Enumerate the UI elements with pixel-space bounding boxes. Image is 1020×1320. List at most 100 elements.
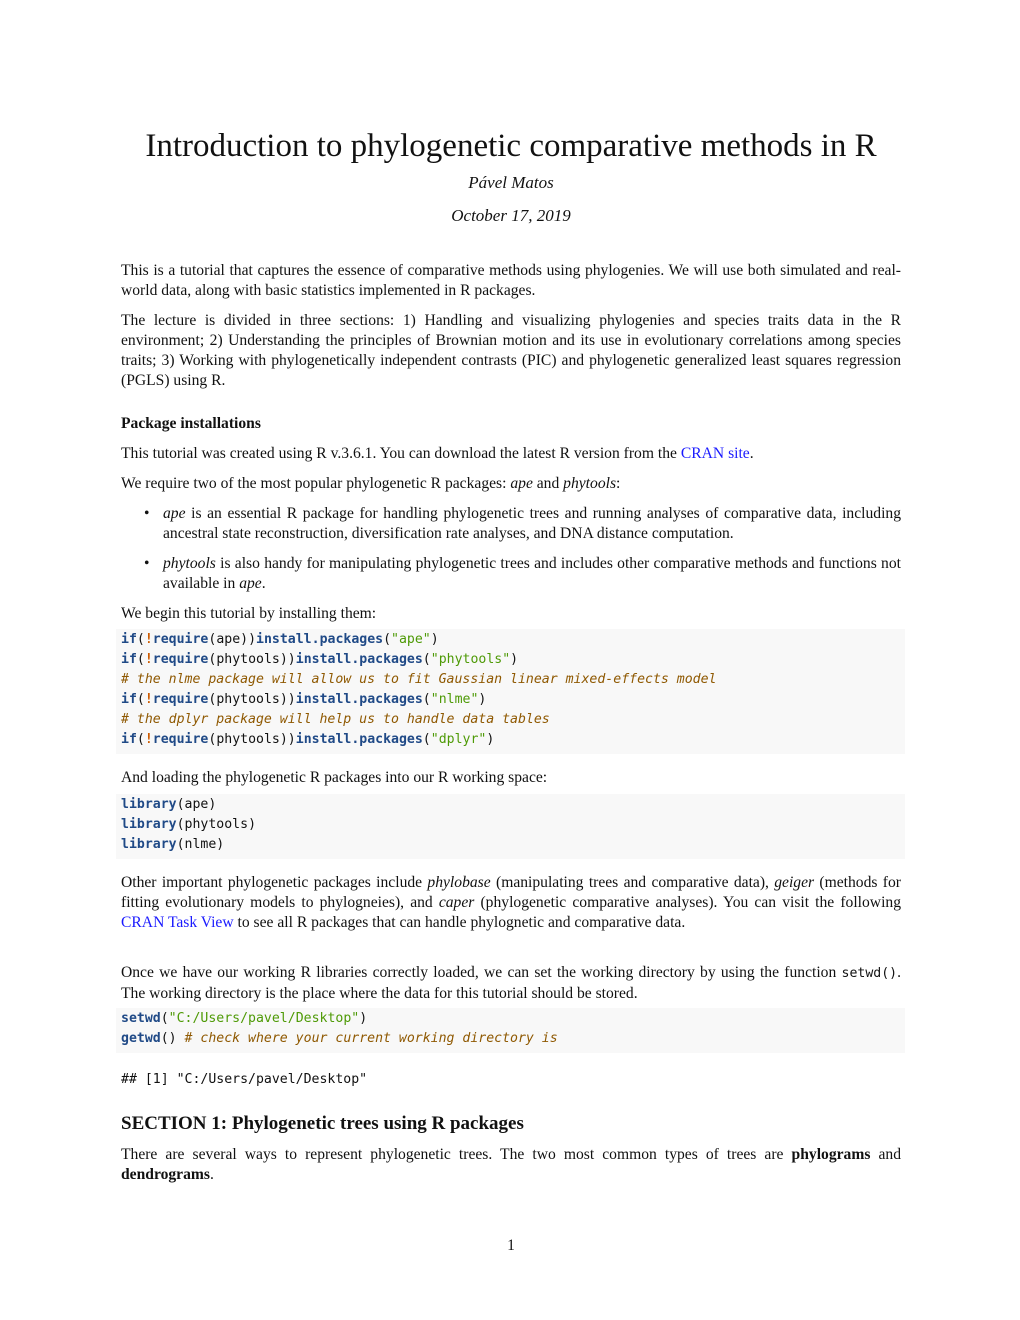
code-argument: phytools	[216, 732, 280, 747]
term-dendrograms: dendrograms	[121, 1166, 210, 1183]
code-keyword: if	[121, 632, 137, 647]
other-packages-text: (phylogenetic comparative analyses). You…	[474, 894, 901, 911]
package-name-caper: caper	[438, 894, 475, 911]
code-operator: !	[144, 732, 153, 747]
code-function: library	[121, 797, 177, 812]
code-line: setwd("C:/Users/pavel/Desktop")	[121, 1011, 368, 1026]
package-name-phytools: phytools	[563, 475, 617, 492]
intro-paragraph-1: This is a tutorial that captures the ess…	[121, 262, 901, 299]
installing-paragraph: We begin this tutorial by installing the…	[121, 605, 377, 622]
code-operator: !	[144, 652, 153, 667]
code-function: getwd	[121, 1031, 161, 1046]
code-function: require	[152, 652, 209, 667]
code-comment: # check where your current working direc…	[184, 1031, 558, 1046]
other-packages-paragraph: Other important phylogenetic packages in…	[121, 873, 901, 933]
section-1-text: and	[870, 1146, 901, 1163]
code-line: library(phytools)	[121, 817, 257, 832]
cran-task-view-link[interactable]: CRAN Task View	[121, 914, 234, 931]
page-number: 1	[507, 1237, 515, 1254]
code-keyword: if	[121, 652, 137, 667]
package-bullet-list: • ape is an essential R package for hand…	[121, 504, 901, 604]
bullet-item-phytools: • phytools is also handy for manipulatin…	[121, 554, 901, 594]
code-string: "ape"	[391, 632, 431, 647]
code-string: "dplyr"	[430, 732, 487, 747]
code-string: "C:/Users/pavel/Desktop"	[168, 1011, 360, 1026]
code-function: require	[152, 632, 209, 647]
code-function: install.packages	[295, 692, 423, 707]
code-operator: !	[144, 692, 153, 707]
bullet-icon: •	[144, 505, 150, 522]
code-comment: # the nlme package will allow us to fit …	[121, 672, 717, 687]
code-function: require	[152, 732, 209, 747]
code-operator: !	[144, 632, 153, 647]
other-packages-text: to see all R packages that can handle ph…	[233, 914, 686, 931]
code-string: "phytools"	[430, 652, 511, 667]
code-line: # the dplyr package will help us to hand…	[121, 710, 900, 730]
r-version-text: This tutorial was created using R v.3.6.…	[121, 445, 681, 462]
r-version-paragraph: This tutorial was created using R v.3.6.…	[121, 444, 901, 464]
code-line: if(!require(phytools))install.packages("…	[121, 652, 519, 667]
bullet-text: is also handy for manipulating phylogene…	[163, 555, 901, 592]
code-argument: phytools	[216, 652, 280, 667]
document-title: Introduction to phylogenetic comparative…	[145, 128, 877, 164]
code-argument: ape	[216, 632, 241, 647]
other-packages-text: Other important phylogenetic packages in…	[121, 874, 428, 891]
working-directory-paragraph: Once we have our working R libraries cor…	[121, 963, 901, 1004]
bullet-text-end: .	[261, 575, 266, 592]
code-argument: phytools	[216, 692, 280, 707]
document-date: October 17, 2019	[451, 206, 571, 225]
code-argument: phytools	[184, 817, 249, 832]
document-author: Pável Matos	[468, 173, 554, 192]
required-packages-text-mid: and	[532, 475, 564, 492]
code-output: ## [1] "C:/Users/pavel/Desktop"	[121, 1072, 368, 1087]
required-packages-paragraph: We require two of the most popular phylo…	[121, 474, 901, 494]
working-directory-code-block: setwd("C:/Users/pavel/Desktop") getwd() …	[116, 1008, 905, 1053]
term-phylograms: phylograms	[791, 1146, 871, 1163]
code-line: if(!require(ape))install.packages("ape")	[121, 632, 439, 647]
package-name-geiger: geiger	[774, 874, 815, 891]
bullet-item-ape: • ape is an essential R package for hand…	[121, 504, 901, 544]
library-code-block: library(ape) library(phytools) library(nlm…	[116, 794, 905, 859]
code-function: setwd	[121, 1011, 161, 1026]
code-function: install.packages	[295, 732, 423, 747]
package-installations-heading: Package installations	[121, 415, 261, 432]
install-code-block: if(!require(ape))install.packages("ape")…	[116, 629, 905, 754]
code-comment: # the dplyr package will help us to hand…	[121, 712, 550, 727]
code-line: # the nlme package will allow us to fit …	[121, 670, 900, 690]
section-1-text-end: .	[209, 1166, 214, 1183]
code-line: if(!require(phytools))install.packages("…	[121, 692, 487, 707]
section-1-paragraph: There are several ways to represent phyl…	[121, 1145, 901, 1185]
package-name-phylobase: phylobase	[427, 874, 491, 891]
cran-site-link[interactable]: CRAN site	[681, 445, 750, 462]
package-name-phytools: phytools	[163, 555, 216, 572]
required-packages-text: We require two of the most popular phylo…	[121, 475, 511, 492]
intro-paragraph-2: The lecture is divided in three sections…	[121, 312, 901, 389]
code-line: library(nlme)	[121, 837, 225, 852]
code-function: library	[121, 817, 177, 832]
package-name-ape: ape	[163, 505, 186, 522]
other-packages-text: (manipulating trees and comparative data…	[490, 874, 775, 891]
inline-code-setwd: setwd()	[841, 966, 898, 981]
required-packages-text-end: :	[616, 475, 621, 492]
code-line: library(ape)	[121, 797, 217, 812]
r-version-text-end: .	[749, 445, 754, 462]
code-argument: nlme	[184, 837, 217, 852]
loading-paragraph: And loading the phylogenetic R packages …	[121, 769, 548, 786]
code-function: require	[152, 692, 209, 707]
section-1-heading: SECTION 1: Phylogenetic trees using R pa…	[121, 1113, 524, 1134]
code-function: install.packages	[256, 632, 384, 647]
code-keyword: if	[121, 692, 137, 707]
code-line: if(!require(phytools))install.packages("…	[121, 732, 495, 747]
bullet-text: is an essential R package for handling p…	[163, 505, 901, 542]
code-function: library	[121, 837, 177, 852]
package-name-ape: ape	[239, 575, 262, 592]
section-1-text: There are several ways to represent phyl…	[121, 1146, 792, 1163]
code-function: install.packages	[295, 652, 423, 667]
code-keyword: if	[121, 732, 137, 747]
package-name-ape: ape	[510, 475, 533, 492]
code-argument: ape	[184, 797, 209, 812]
bullet-icon: •	[144, 555, 150, 572]
code-line: getwd() # check where your current worki…	[121, 1031, 558, 1046]
code-string: "nlme"	[430, 692, 479, 707]
working-directory-text: Once we have our working R libraries cor…	[121, 964, 842, 981]
